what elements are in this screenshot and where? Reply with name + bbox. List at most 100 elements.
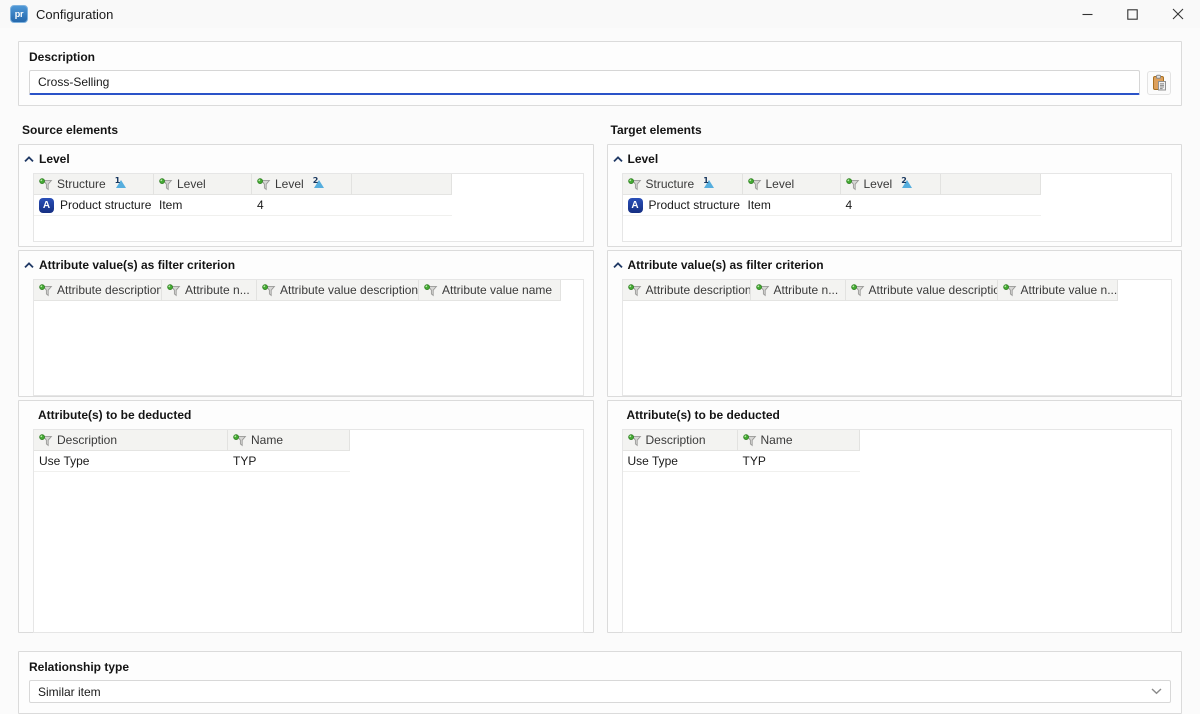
filter-icon[interactable]: [846, 178, 860, 191]
grid-header-row: DescriptionName: [34, 430, 350, 451]
column-header[interactable]: Attribute value description: [846, 280, 998, 301]
chevron-down-icon: [1151, 688, 1162, 695]
grid-row[interactable]: AProduct structureItem4: [34, 195, 452, 216]
source-attr-filter-table: Attribute description Attribute n... Attri…: [33, 279, 584, 396]
column-header[interactable]: Attribute description: [623, 280, 751, 301]
column-header[interactable]: Description: [623, 430, 738, 451]
column-header-label: Level: [275, 177, 304, 191]
grid-header-row: Description Name: [623, 430, 860, 451]
grid-cell: TYP: [228, 451, 350, 471]
source-level-section: Level Structure1LevelLevel2AProduct stru…: [18, 144, 594, 247]
dialog-content: Description: [0, 28, 1200, 714]
filter-icon[interactable]: [233, 434, 247, 447]
cell-text: 4: [846, 198, 853, 212]
filter-icon[interactable]: [262, 284, 276, 297]
column-header-label: Attribute value description: [869, 283, 998, 297]
target-column: Target elements Level Structure1LevelLev…: [607, 121, 1183, 636]
column-header-label: Attribute description: [57, 283, 162, 297]
close-icon: [1172, 8, 1184, 20]
sort-ascending-icon: 1: [115, 179, 127, 189]
grid-cell: 4: [841, 195, 941, 215]
cell-text: Item: [159, 198, 182, 212]
target-attr-filter-header[interactable]: Attribute value(s) as filter criterion: [608, 251, 1182, 276]
column-header-label: Structure: [646, 177, 695, 191]
column-header[interactable]: Attribute value description: [257, 280, 419, 301]
column-header-label: Name: [761, 433, 793, 447]
source-attr-filter-header[interactable]: Attribute value(s) as filter criterion: [19, 251, 593, 276]
target-elements-heading: Target elements: [607, 121, 1183, 144]
filter-icon[interactable]: [39, 178, 53, 191]
column-header[interactable]: Description: [34, 430, 228, 451]
paste-button[interactable]: [1147, 71, 1171, 95]
grid-row[interactable]: Use TypeTYP: [623, 451, 860, 472]
filter-icon[interactable]: [851, 284, 865, 297]
grid-cell: Use Type: [623, 451, 738, 471]
column-header[interactable]: Name: [228, 430, 350, 451]
source-level-header[interactable]: Level: [19, 145, 593, 170]
cell-text: Product structure: [60, 198, 151, 212]
filter-icon[interactable]: [1003, 284, 1017, 297]
section-title: Attribute(s) to be deducted: [627, 408, 780, 422]
source-attr-filter-section: Attribute value(s) as filter criterion A…: [18, 250, 594, 397]
target-deducted-header: Attribute(s) to be deducted: [608, 401, 1182, 426]
minimize-button[interactable]: [1065, 0, 1110, 28]
filter-icon[interactable]: [159, 178, 173, 191]
filter-icon[interactable]: [257, 178, 271, 191]
configuration-window: pr Configuration Description: [0, 0, 1200, 710]
structure-a-icon: A: [39, 198, 54, 213]
maximize-button[interactable]: [1110, 0, 1155, 28]
column-header[interactable]: Structure1: [623, 174, 743, 195]
column-header[interactable]: Attribute description: [34, 280, 162, 301]
column-header[interactable]: Attribute n...: [162, 280, 257, 301]
description-input[interactable]: [29, 70, 1140, 95]
filter-icon[interactable]: [167, 284, 181, 297]
filter-icon[interactable]: [743, 434, 757, 447]
grid-cell: A Product structure: [34, 195, 154, 215]
chevron-up-icon: [613, 262, 623, 269]
target-level-table: Structure1LevelLevel2AProduct structureI…: [622, 173, 1173, 242]
column-header-label: Level: [864, 177, 893, 191]
chevron-up-icon: [24, 156, 34, 163]
close-button[interactable]: [1155, 0, 1200, 28]
column-header[interactable]: Attribute value name: [419, 280, 561, 301]
source-deducted-section: Attribute(s) to be deducted DescriptionN…: [18, 400, 594, 633]
grid-row[interactable]: Use TypeTYP: [34, 451, 350, 472]
filter-icon[interactable]: [748, 178, 762, 191]
column-header[interactable]: Structure1: [34, 174, 154, 195]
target-attr-filter-table: Attribute descriptionAttribute n... Attri…: [622, 279, 1173, 396]
column-header-label: Level: [177, 177, 206, 191]
filter-icon[interactable]: [424, 284, 438, 297]
filter-icon[interactable]: [628, 434, 642, 447]
grid-cell: TYP: [738, 451, 860, 471]
filter-icon[interactable]: [628, 178, 642, 191]
app-icon: pr: [10, 5, 28, 23]
filter-icon[interactable]: [756, 284, 770, 297]
description-group: Description: [18, 41, 1182, 106]
section-title: Level: [39, 152, 70, 166]
column-header-label: Attribute n...: [185, 283, 250, 297]
column-header-label: Attribute description: [646, 283, 751, 297]
column-header[interactable]: Attribute value n...: [998, 280, 1118, 301]
target-level-section: Level Structure1LevelLevel2AProduct stru…: [607, 144, 1183, 247]
grid-cell: Item: [743, 195, 841, 215]
grid-row[interactable]: AProduct structure Item 4: [623, 195, 1041, 216]
column-header[interactable]: Level2: [841, 174, 941, 195]
target-level-header[interactable]: Level: [608, 145, 1182, 170]
grid-cell: [352, 195, 452, 215]
column-header[interactable]: Name: [738, 430, 860, 451]
column-header[interactable]: Level2: [252, 174, 352, 195]
grid-cell: AProduct structure: [623, 195, 743, 215]
target-attr-filter-section: Attribute value(s) as filter criterion A…: [607, 250, 1183, 397]
column-header: [941, 174, 1041, 195]
relationship-type-combobox[interactable]: Similar item: [29, 680, 1171, 703]
column-header-label: Description: [646, 433, 706, 447]
cell-text: Item: [748, 198, 771, 212]
column-header[interactable]: Level: [154, 174, 252, 195]
filter-icon[interactable]: [39, 284, 53, 297]
filter-icon[interactable]: [39, 434, 53, 447]
column-header[interactable]: Level: [743, 174, 841, 195]
title-bar: pr Configuration: [0, 0, 1200, 28]
section-title: Level: [628, 152, 659, 166]
column-header[interactable]: Attribute n...: [751, 280, 846, 301]
filter-icon[interactable]: [628, 284, 642, 297]
